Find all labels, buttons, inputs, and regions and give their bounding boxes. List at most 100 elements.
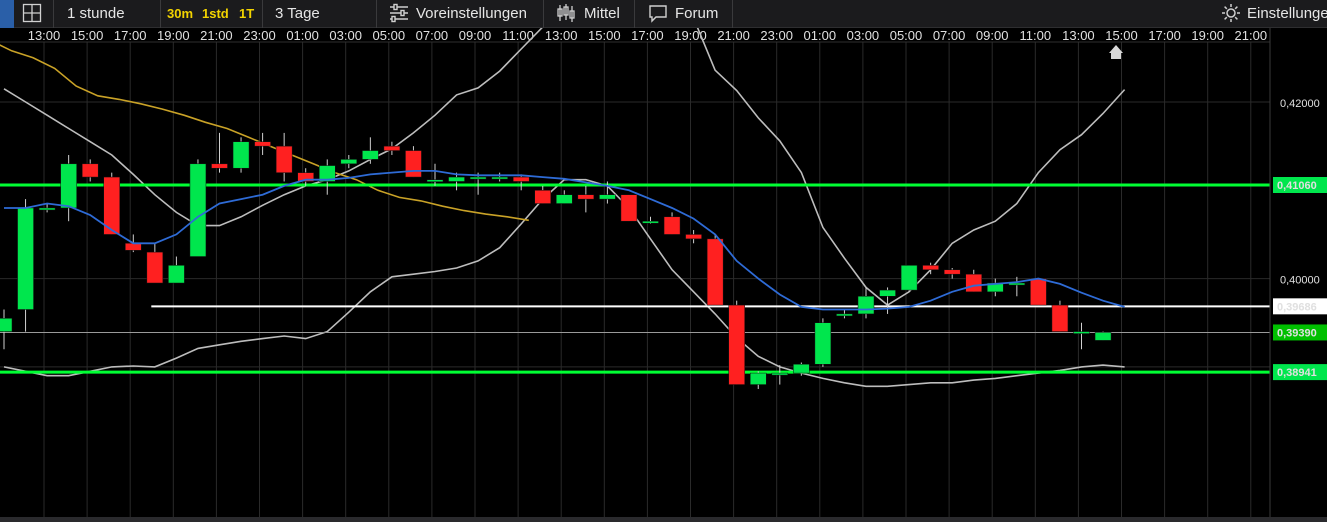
sliders-icon <box>389 3 409 23</box>
separator <box>543 0 544 28</box>
candle-up <box>232 141 250 169</box>
separator <box>53 0 54 28</box>
y-tick-label: 0,40000 <box>1280 275 1320 287</box>
price-tag-label: 0,39390 <box>1277 327 1317 339</box>
candle-down <box>965 273 982 293</box>
settings-button[interactable]: Einstellungen <box>1247 0 1327 28</box>
forum-button[interactable]: Forum <box>675 0 718 28</box>
x-tick-label: 17:00 <box>631 28 664 43</box>
candle-up <box>814 322 832 365</box>
candle-up <box>448 176 465 182</box>
candle-down <box>125 243 142 251</box>
candle-up <box>900 265 918 291</box>
y-tick-label: 0,42000 <box>1280 98 1320 110</box>
candle-down <box>1051 304 1069 332</box>
x-tick-label: 15:00 <box>588 28 621 43</box>
separator <box>262 0 263 28</box>
x-tick-label: 03:00 <box>847 28 880 43</box>
drawing-tool-button[interactable] <box>0 0 14 28</box>
price-chart[interactable]: 13:00 15:00 17:00 19:00 21:00 23:00 01:00 03:00… <box>0 28 1327 517</box>
x-tick-label: 13:00 <box>545 28 578 43</box>
x-tick-label: 09:00 <box>459 28 492 43</box>
presets-button[interactable]: Voreinstellungen <box>416 0 527 28</box>
candle-up <box>189 163 207 257</box>
x-tick-label: 15:00 <box>1105 28 1138 43</box>
candle-up <box>168 265 185 284</box>
price-tag-label: 0,38941 <box>1277 367 1317 379</box>
candle-down <box>512 176 530 182</box>
x-tick-label: 07:00 <box>933 28 966 43</box>
candle-up <box>491 176 508 180</box>
quick-1std-button[interactable]: 1std <box>202 0 229 28</box>
price-tag-label: 0,41060 <box>1277 180 1317 192</box>
x-tick-label: 19:00 <box>674 28 707 43</box>
interval-select[interactable]: 1 stunde <box>67 0 125 28</box>
candle-down <box>211 163 228 169</box>
grid-layout-icon[interactable] <box>22 3 42 23</box>
candle-up <box>1094 332 1112 341</box>
bollinger-upper-line <box>3 28 1126 307</box>
x-tick-label: 21:00 <box>1235 28 1268 43</box>
x-tick-label: 05:00 <box>890 28 923 43</box>
separator <box>160 0 161 28</box>
candle-down <box>577 194 595 200</box>
separator <box>732 0 733 28</box>
x-tick-label: 07:00 <box>416 28 449 43</box>
x-tick-label: 13:00 <box>1062 28 1095 43</box>
separator <box>376 0 377 28</box>
candle-down <box>254 141 271 147</box>
candle-down <box>405 150 422 178</box>
candle-down <box>275 145 293 173</box>
x-tick-label: 15:00 <box>71 28 104 43</box>
x-tick-label: 23:00 <box>760 28 793 43</box>
candle-up <box>362 150 379 160</box>
candle-up <box>1073 331 1090 334</box>
toolbar: 1 stunde 30m 1std 1T 3 Tage Voreinstellu… <box>0 0 1327 28</box>
x-tick-label: 17:00 <box>1148 28 1181 43</box>
navigator-scrollbar[interactable] <box>0 517 1327 522</box>
x-tick-label: 19:00 <box>1191 28 1224 43</box>
x-tick-label: 21:00 <box>200 28 233 43</box>
candle-up <box>642 220 659 224</box>
indicator-button[interactable]: Mittel <box>584 0 620 28</box>
quick-30m-button[interactable]: 30m <box>167 0 193 28</box>
price-tag-label: 0,39686 <box>1277 301 1317 313</box>
candle-down <box>383 145 401 151</box>
candle-up <box>38 207 56 211</box>
gear-icon <box>1221 3 1241 23</box>
candle-up <box>340 159 358 165</box>
candle-up <box>426 179 444 182</box>
x-tick-label: 09:00 <box>976 28 1009 43</box>
x-tick-label: 01:00 <box>804 28 837 43</box>
separator <box>634 0 635 28</box>
speech-bubble-icon <box>648 3 668 23</box>
candle-down <box>81 163 99 178</box>
candle-up <box>771 372 789 376</box>
candle-up <box>17 207 34 310</box>
up-arrow-icon <box>1109 45 1123 59</box>
x-tick-label: 05:00 <box>373 28 406 43</box>
candle-down <box>943 269 961 275</box>
candle-up <box>556 194 573 204</box>
x-tick-label: 11:00 <box>1020 28 1052 43</box>
x-tick-label: 17:00 <box>114 28 147 43</box>
candle-up <box>793 364 810 374</box>
range-select[interactable]: 3 Tage <box>275 0 320 28</box>
candle-up <box>599 194 616 200</box>
candle-down <box>663 216 681 235</box>
x-tick-label: 21:00 <box>717 28 750 43</box>
candle-down <box>706 238 724 306</box>
candle-up <box>836 313 853 317</box>
candle-up <box>0 318 13 332</box>
candle-up <box>60 163 77 209</box>
candle-up <box>879 289 896 297</box>
quick-1t-button[interactable]: 1T <box>239 0 254 28</box>
candle-down <box>620 194 638 222</box>
x-tick-label: 13:00 <box>28 28 61 43</box>
x-tick-label: 03:00 <box>329 28 362 43</box>
candle-down <box>534 190 551 204</box>
candle-up <box>750 372 767 385</box>
candle-up <box>857 296 875 315</box>
x-tick-label: 01:00 <box>286 28 319 43</box>
candle-down <box>685 234 702 240</box>
